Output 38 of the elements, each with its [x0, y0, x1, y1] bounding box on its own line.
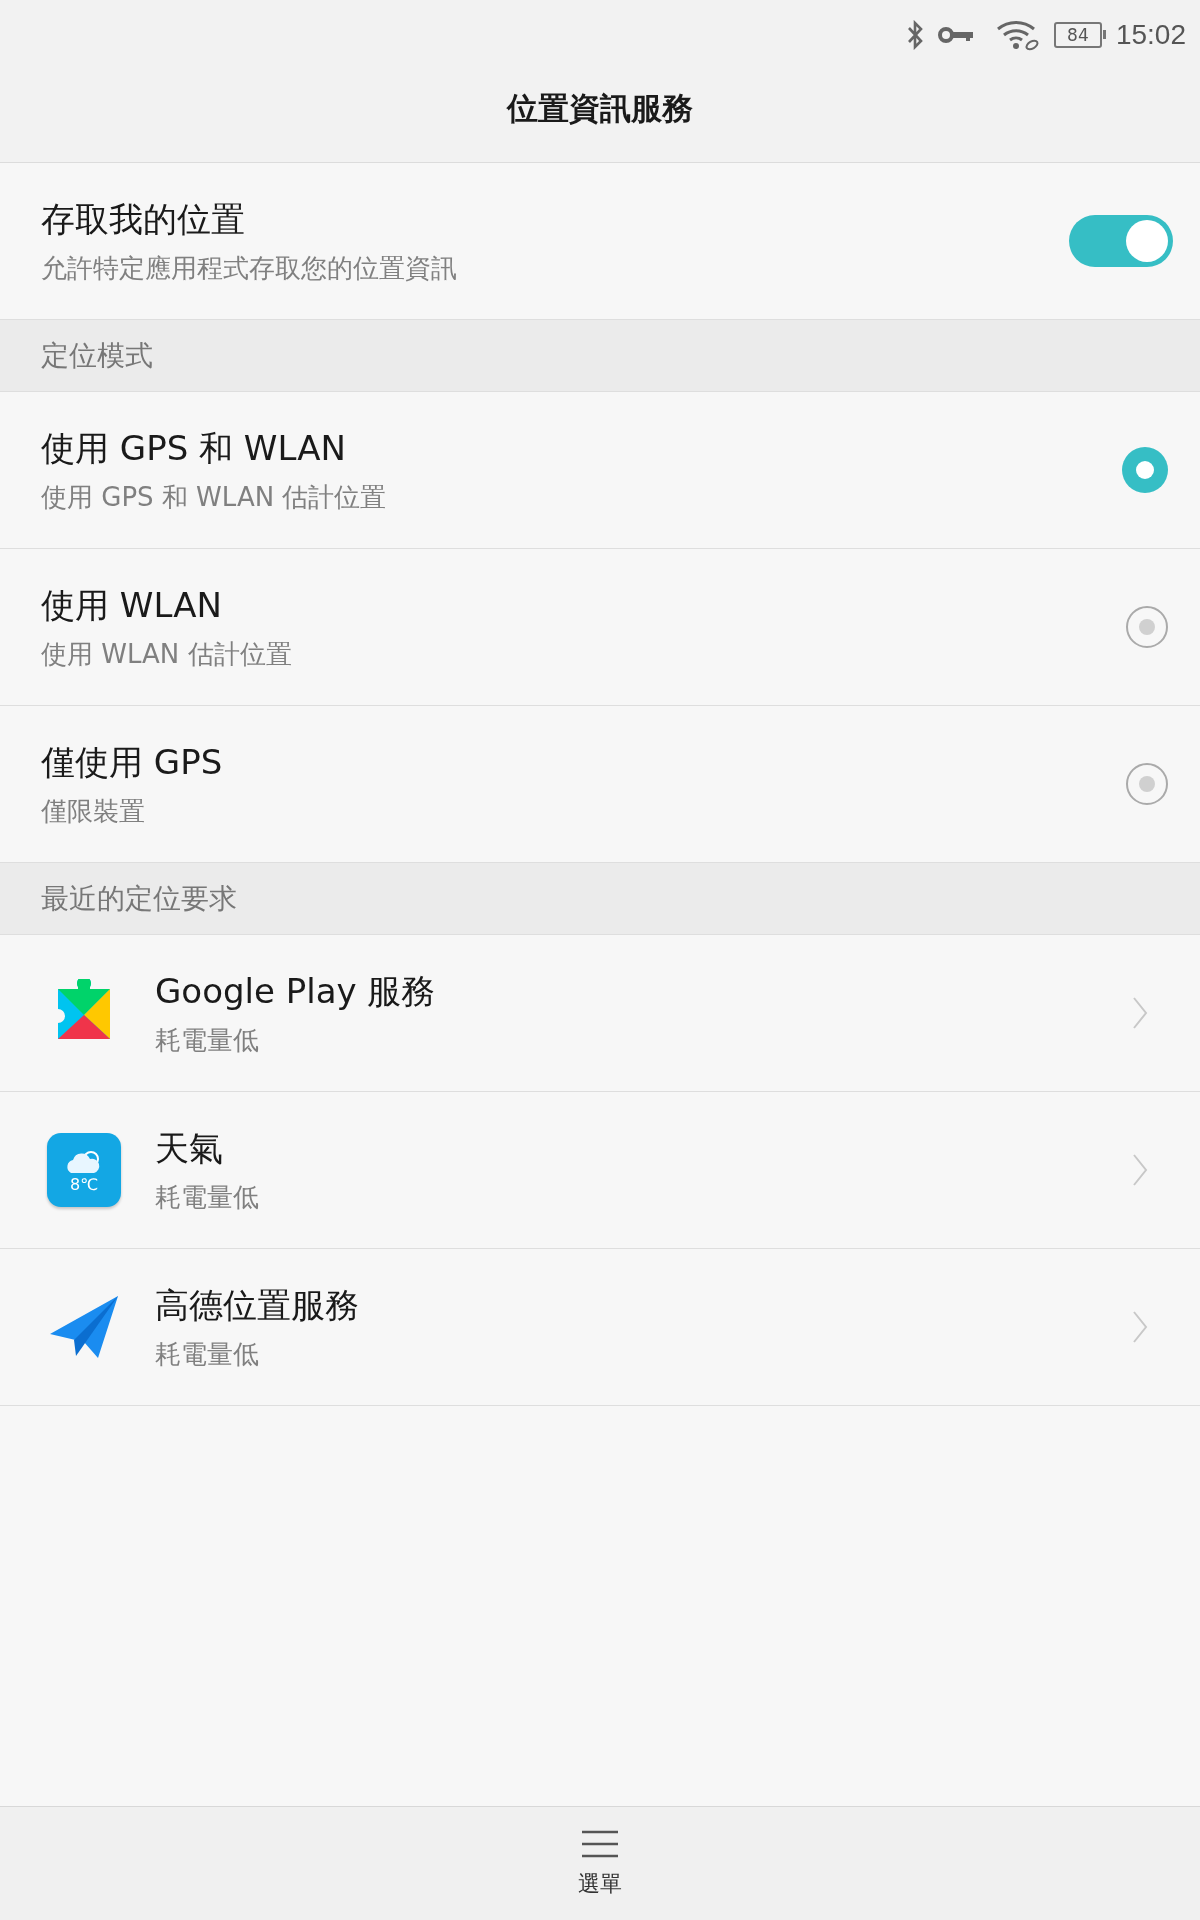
- option-description: 僅限裝置: [41, 794, 146, 828]
- option-title: 使用 WLAN: [41, 583, 223, 627]
- chevron-right-icon: [1132, 1310, 1148, 1344]
- power-usage: 耗電量低: [155, 1180, 260, 1214]
- option-description: 使用 WLAN 估計位置: [41, 637, 293, 671]
- option-title: 僅使用 GPS: [41, 740, 224, 784]
- power-usage: 耗電量低: [155, 1337, 260, 1371]
- option-description: 使用 GPS 和 WLAN 估計位置: [41, 480, 388, 514]
- app-name: 高德位置服務: [155, 1283, 360, 1327]
- location-mode-option[interactable]: 使用 GPS 和 WLAN 使用 GPS 和 WLAN 估計位置: [0, 392, 1200, 549]
- app-request-row[interactable]: 8℃ 天氣 耗電量低: [0, 1092, 1200, 1249]
- clock-time: 15:02: [1115, 19, 1186, 51]
- option-title: 使用 GPS 和 WLAN: [41, 426, 347, 470]
- setting-title: 存取我的位置: [41, 197, 246, 241]
- section-header: 定位模式: [0, 320, 1200, 392]
- menu-icon: [580, 1828, 620, 1859]
- weather-app-icon: 8℃: [47, 1133, 121, 1207]
- chevron-right-icon: [1132, 996, 1148, 1030]
- menu-button[interactable]: 選單: [578, 1828, 622, 1899]
- toggle-switch[interactable]: [1069, 215, 1173, 267]
- app-request-row[interactable]: Google Play 服務 耗電量低: [0, 935, 1200, 1092]
- wifi-icon: [995, 19, 1040, 51]
- key-icon: [937, 25, 974, 45]
- page-title: 位置資訊服務: [505, 89, 694, 128]
- paper-plane-icon: [48, 1294, 120, 1360]
- chevron-right-icon: [1132, 1153, 1148, 1187]
- radio-button[interactable]: [1126, 606, 1168, 648]
- radio-button[interactable]: [1126, 763, 1168, 805]
- setting-description: 允許特定應用程式存取您的位置資訊: [41, 251, 458, 285]
- app-request-row[interactable]: 高德位置服務 耗電量低: [0, 1249, 1200, 1406]
- power-usage: 耗電量低: [155, 1023, 260, 1057]
- app-name: 天氣: [155, 1126, 224, 1170]
- bluetooth-icon: [905, 20, 924, 50]
- location-mode-option[interactable]: 使用 WLAN 使用 WLAN 估計位置: [0, 549, 1200, 706]
- battery-level: 84: [1067, 25, 1089, 45]
- app-name: Google Play 服務: [155, 969, 437, 1013]
- radio-button[interactable]: [1122, 447, 1168, 493]
- section-header: 最近的定位要求: [0, 863, 1200, 935]
